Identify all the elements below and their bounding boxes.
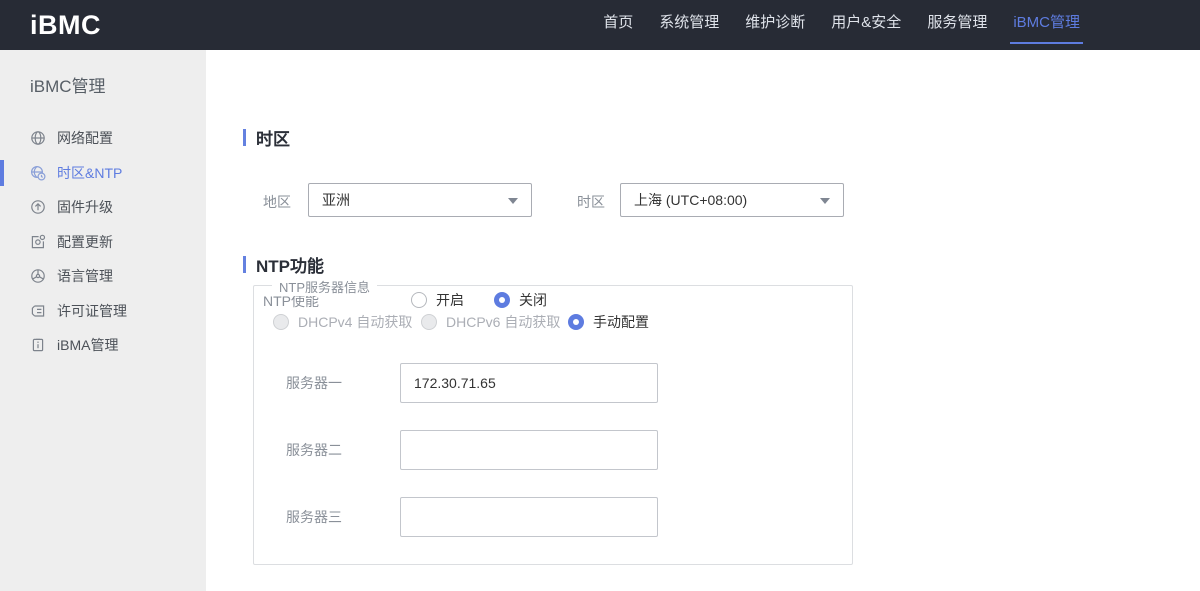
sidebar-title: iBMC管理 [30, 77, 106, 96]
sidebar-item-config-update[interactable]: 配置更新 [0, 225, 206, 260]
nav-item-user-security[interactable]: 用户&安全 [831, 0, 901, 50]
sidebar-item-label: 配置更新 [57, 233, 113, 250]
manual-config-radio[interactable]: 手动配置 [568, 312, 649, 332]
region-label: 地区 [263, 194, 291, 210]
nav-item-services[interactable]: 服务管理 [927, 0, 987, 50]
sidebar-item-firmware-upgrade[interactable]: 固件升级 [0, 190, 206, 225]
top-nav: 首页 系统管理 维护诊断 用户&安全 服务管理 iBMC管理 [603, 0, 1083, 50]
nav-item-home[interactable]: 首页 [603, 0, 633, 50]
sidebar-item-label: 时区&NTP [57, 164, 123, 181]
server-three-label: 服务器三 [286, 509, 342, 525]
ntp-server-group-legend: NTP服务器信息 [272, 277, 378, 296]
ibmc-app: iBMC 首页 系统管理 维护诊断 用户&安全 服务管理 iBMC管理 iBMC… [0, 0, 1200, 591]
sidebar-menu: 网络配置 时区&NTP 固件升级 配置更新 语言管理 许可证管理 iBMA管理 [0, 121, 206, 363]
server-one-label: 服务器一 [286, 375, 342, 391]
main-content: 时区 地区 亚洲 时区 上海 (UTC+08:00) NTP功能 NTP使能 开… [206, 50, 1200, 591]
config-update-icon [30, 234, 46, 250]
chevron-down-icon [820, 198, 830, 204]
timezone-section-title: 时区 [243, 125, 290, 150]
server-two-input[interactable] [400, 430, 658, 470]
sidebar-item-label: 许可证管理 [57, 302, 127, 319]
sidebar-item-label: iBMA管理 [57, 337, 119, 354]
sidebar-item-network-config[interactable]: 网络配置 [0, 121, 206, 156]
server-one-input[interactable] [400, 363, 658, 403]
section-title-text: NTP功能 [256, 257, 324, 276]
ibmc-logo: iBMC [30, 9, 101, 40]
server-three-input[interactable] [400, 497, 658, 537]
network-globe-icon [30, 130, 46, 146]
top-nav-bar: iBMC 首页 系统管理 维护诊断 用户&安全 服务管理 iBMC管理 [0, 0, 1200, 50]
sidebar: iBMC管理 网络配置 时区&NTP 固件升级 配置更新 语言管理 许可证管理 … [0, 50, 206, 591]
server-two-label: 服务器二 [286, 442, 342, 458]
radio-checked-icon [568, 314, 584, 330]
ibma-icon [30, 337, 46, 353]
section-title-text: 时区 [256, 130, 290, 149]
sidebar-item-label: 语言管理 [57, 268, 113, 285]
dhcpv4-auto-radio[interactable]: DHCPv4 自动获取 [273, 312, 412, 332]
chevron-down-icon [508, 198, 518, 204]
radio-disabled-icon [273, 314, 289, 330]
firmware-upgrade-icon [30, 199, 46, 215]
ntp-server-group: NTP服务器信息 DHCPv4 自动获取 DHCPv6 自动获取 手动配置 服务… [253, 277, 853, 565]
dhcpv6-auto-radio[interactable]: DHCPv6 自动获取 [421, 312, 560, 332]
language-icon [30, 268, 46, 284]
nav-item-system[interactable]: 系统管理 [659, 0, 719, 50]
section-accent-bar [243, 129, 246, 146]
ntp-section-title: NTP功能 [243, 252, 324, 277]
nav-item-maintenance[interactable]: 维护诊断 [745, 0, 805, 50]
sidebar-item-label: 网络配置 [57, 130, 113, 147]
license-icon [30, 303, 46, 319]
region-select-value: 亚洲 [322, 192, 350, 208]
region-select[interactable]: 亚洲 [308, 183, 532, 217]
timezone-select-value: 上海 (UTC+08:00) [634, 192, 748, 208]
radio-label: DHCPv6 自动获取 [446, 314, 561, 330]
radio-disabled-icon [421, 314, 437, 330]
radio-label: DHCPv4 自动获取 [298, 314, 413, 330]
sidebar-item-timezone-ntp[interactable]: 时区&NTP [0, 156, 206, 191]
timezone-select[interactable]: 上海 (UTC+08:00) [620, 183, 844, 217]
timezone-label: 时区 [577, 194, 605, 210]
sidebar-item-ibma[interactable]: iBMA管理 [0, 328, 206, 363]
radio-label: 手动配置 [593, 314, 649, 330]
section-accent-bar [243, 256, 246, 273]
sidebar-item-label: 固件升级 [57, 199, 113, 216]
nav-item-ibmc-settings[interactable]: iBMC管理 [1010, 0, 1083, 50]
timezone-clock-icon [30, 165, 46, 181]
sidebar-item-language[interactable]: 语言管理 [0, 259, 206, 294]
sidebar-item-license[interactable]: 许可证管理 [0, 294, 206, 329]
